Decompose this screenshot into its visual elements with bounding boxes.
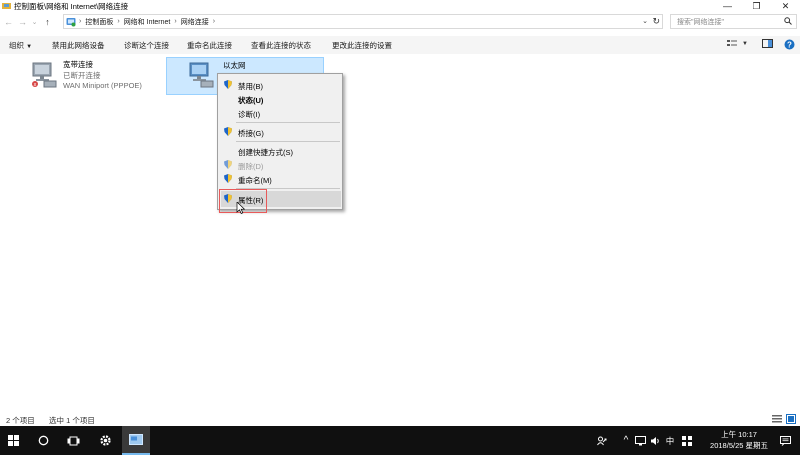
refresh-icon[interactable]: ↻ [652,16,660,27]
menu-item-create-shortcut[interactable]: 创建快捷方式(S) [238,147,293,158]
organize-button[interactable]: 组织 ▼ [9,40,32,51]
selected-count: 选中 1 个项目 [49,416,95,425]
diagnose-button[interactable]: 诊断这个连接 [124,40,169,51]
taskbar-clock[interactable]: 上午 10:17 2018/5/25 星期五 [710,429,768,451]
preview-pane-icon[interactable] [762,39,773,50]
breadcrumb-separator[interactable]: › [174,18,176,25]
clock-date: 2018/5/25 星期五 [710,441,768,450]
svg-text:x: x [34,82,37,88]
view-dropdown-icon[interactable]: ▼ [742,41,748,47]
task-view-icon[interactable] [60,426,86,455]
grid-keyboard-icon[interactable] [680,426,694,455]
clock-time: 上午 10:17 [721,430,757,439]
connection-name: 宽带连接 [63,60,93,69]
breadcrumb-separator[interactable]: › [213,18,215,25]
chevron-down-icon: ▼ [26,44,33,50]
details-view-icon[interactable] [772,415,782,425]
disable-device-button[interactable]: 禁用此网络设备 [52,40,105,51]
search-circle-icon[interactable] [30,426,56,455]
uac-shield-icon [224,174,232,183]
menu-item-disable[interactable]: 禁用(B) [238,81,263,92]
menu-item-rename[interactable]: 重命名(M) [238,175,272,186]
recent-locations-button[interactable]: ⌄ [29,15,40,29]
search-placeholder: 搜索"网络连接" [677,18,724,26]
mouse-cursor-icon [236,201,246,214]
taskbar-explorer-icon[interactable] [122,426,150,455]
people-icon[interactable] [596,426,608,455]
uac-shield-icon [224,127,232,136]
menu-item-bridge[interactable]: 桥接(G) [238,128,264,139]
up-button[interactable]: ↑ [42,15,53,29]
network-folder-icon [2,2,11,10]
taskbar: ^ 中 上午 10:17 2018/5/25 星期五 [0,426,800,455]
menu-item-status[interactable]: 状态(U) [238,95,263,106]
back-button[interactable]: ← [3,15,14,29]
minimize-button[interactable]: — [713,0,742,12]
help-icon[interactable]: ? [784,39,795,52]
chevron-up-icon[interactable]: ^ [620,426,632,455]
view-options-icon[interactable] [727,39,738,50]
forward-button[interactable]: → [17,15,28,29]
address-bar[interactable]: › 控制面板 › 网络和 Internet › 网络连接 › ⌄ ↻ [63,14,663,29]
uac-shield-icon [224,80,232,89]
connection-device: WAN Miniport (PPPOE) [63,81,142,90]
menu-item-delete: 删除(D) [238,162,264,171]
change-settings-button[interactable]: 更改此连接的设置 [332,40,392,51]
address-dropdown-icon[interactable]: ⌄ [642,17,648,25]
connection-status: 已断开连接 [63,70,101,80]
svg-text:?: ? [787,40,792,49]
control-panel-icon [66,17,76,27]
breadcrumb-control-panel[interactable]: 控制面板 [85,17,113,27]
item-count: 2 个项目 [6,416,35,425]
search-input[interactable]: 搜索"网络连接" [670,14,797,29]
volume-icon[interactable] [648,426,662,455]
breadcrumb-network-connections[interactable]: 网络连接 [181,17,209,27]
breadcrumb-network-internet[interactable]: 网络和 Internet [124,17,171,27]
search-icon [784,17,792,27]
rename-button[interactable]: 重命名此连接 [187,40,232,51]
connection-name: 以太网 [223,61,246,70]
windows-start-icon[interactable] [0,426,26,455]
command-bar: 组织 ▼ 禁用此网络设备 诊断这个连接 重命名此连接 查看此连接的状态 更改此连… [0,36,800,54]
menu-separator [236,141,340,142]
network-tray-icon[interactable] [634,426,646,455]
breadcrumb-separator[interactable]: › [117,18,119,25]
status-bar: 2 个项目 选中 1 个项目 [0,412,800,426]
view-status-button[interactable]: 查看此连接的状态 [251,40,311,51]
menu-separator [236,122,340,123]
close-button[interactable]: ✕ [771,0,800,12]
breadcrumb-separator: › [79,18,82,25]
menu-item-diagnose[interactable]: 诊断(I) [238,109,260,120]
uac-shield-icon [224,160,232,169]
settings-gear-icon[interactable] [91,426,119,455]
ethernet-adapter-icon [187,60,215,90]
title-bar: 控制面板\网络和 Internet\网络连接 — ❐ ✕ [0,0,800,12]
large-icons-view-icon[interactable] [786,414,796,426]
window-title: 控制面板\网络和 Internet\网络连接 [14,1,129,11]
address-row: ← → ⌄ ↑ › 控制面板 › 网络和 Internet › 网络连接 › ⌄… [0,13,800,31]
ime-indicator[interactable]: 中 [663,426,677,455]
network-adapter-icon: x [30,60,58,90]
restore-button[interactable]: ❐ [742,0,771,12]
action-center-icon[interactable] [776,426,794,455]
